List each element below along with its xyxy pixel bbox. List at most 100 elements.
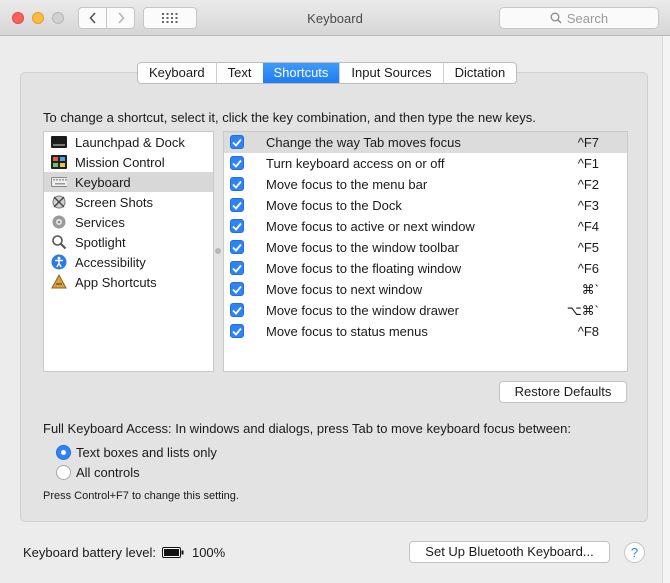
checkmark-icon xyxy=(232,180,242,189)
shortcut-checkbox[interactable] xyxy=(230,324,244,338)
tab-keyboard[interactable]: Keyboard xyxy=(138,63,216,83)
category-label: Spotlight xyxy=(75,234,126,250)
category-label: Services xyxy=(75,214,125,230)
shortcut-checkbox[interactable] xyxy=(230,282,244,296)
radio-text-boxes-lists[interactable]: Text boxes and lists only xyxy=(56,445,217,460)
shortcut-checkbox[interactable] xyxy=(230,198,244,212)
instructions-text: To change a shortcut, select it, click t… xyxy=(43,110,536,125)
shortcut-label: Change the way Tab moves focus xyxy=(266,135,461,150)
battery-label: Keyboard battery level: xyxy=(23,545,156,560)
tab-bar: Keyboard Text Shortcuts Input Sources Di… xyxy=(137,62,518,84)
shortcut-row[interactable]: Move focus to active or next window ^F4 xyxy=(224,216,627,237)
shortcut-row[interactable]: Move focus to the menu bar ^F2 xyxy=(224,174,627,195)
shortcut-checkbox[interactable] xyxy=(230,240,244,254)
setup-bluetooth-keyboard-button[interactable]: Set Up Bluetooth Keyboard... xyxy=(409,541,610,563)
keyboard-icon xyxy=(51,174,67,190)
category-label: Accessibility xyxy=(75,254,146,270)
window-edge xyxy=(662,36,670,583)
shortcut-checkbox[interactable] xyxy=(230,156,244,170)
category-screen-shots[interactable]: Screen Shots xyxy=(44,192,213,212)
checkmark-icon xyxy=(232,222,242,231)
shortcut-key[interactable]: ^F8 xyxy=(578,324,599,339)
accessibility-icon xyxy=(51,254,67,270)
shortcut-label: Move focus to the floating window xyxy=(266,261,462,276)
category-mission-control[interactable]: Mission Control xyxy=(44,152,213,172)
radio-selected-indicator[interactable] xyxy=(56,445,71,460)
battery-icon xyxy=(161,547,184,558)
checkmark-icon xyxy=(232,285,242,294)
category-label: Screen Shots xyxy=(75,194,154,210)
shortcut-key[interactable]: ^F2 xyxy=(578,177,599,192)
shortcut-row[interactable]: Move focus to next window ⌘` xyxy=(224,279,627,300)
radio-label: All controls xyxy=(76,465,140,480)
checkmark-icon xyxy=(232,159,242,168)
shortcut-label: Move focus to the menu bar xyxy=(266,177,428,192)
shortcut-key[interactable]: ⌘` xyxy=(582,282,599,298)
shortcut-checkbox[interactable] xyxy=(230,303,244,317)
shortcut-row[interactable]: Move focus to the window drawer ⌥⌘` xyxy=(224,300,627,321)
shortcut-checkbox[interactable] xyxy=(230,135,244,149)
shortcut-row[interactable]: Turn keyboard access on or off ^F1 xyxy=(224,153,627,174)
shortcut-label: Turn keyboard access on or off xyxy=(266,156,445,171)
tab-text[interactable]: Text xyxy=(215,63,263,83)
battery-value: 100% xyxy=(191,545,226,560)
category-accessibility[interactable]: Accessibility xyxy=(44,252,213,272)
full-keyboard-access-label: Full Keyboard Access: In windows and dia… xyxy=(43,421,571,436)
help-button[interactable]: ? xyxy=(624,542,645,563)
shortcut-key[interactable]: ^F3 xyxy=(578,198,599,213)
shortcut-list[interactable]: Change the way Tab moves focus ^F7 Turn … xyxy=(223,131,628,372)
services-gear-icon xyxy=(51,214,67,230)
shortcut-row[interactable]: Move focus to the window toolbar ^F5 xyxy=(224,237,627,258)
shortcut-key[interactable]: ^F4 xyxy=(578,219,599,234)
shortcut-key[interactable]: ^F6 xyxy=(578,261,599,276)
radio-unselected-indicator[interactable] xyxy=(56,465,71,480)
search-field[interactable]: Search xyxy=(499,7,659,29)
shortcut-key[interactable]: ⌥⌘` xyxy=(567,303,599,319)
shortcut-checkbox[interactable] xyxy=(230,177,244,191)
shortcut-row[interactable]: Change the way Tab moves focus ^F7 xyxy=(224,132,627,153)
search-icon xyxy=(550,12,562,24)
shortcut-key[interactable]: ^F1 xyxy=(578,156,599,171)
category-list[interactable]: Launchpad & Dock Mission Control Keyboar… xyxy=(43,131,214,372)
tab-dictation[interactable]: Dictation xyxy=(442,63,517,83)
shortcut-checkbox[interactable] xyxy=(230,219,244,233)
checkmark-icon xyxy=(232,201,242,210)
shortcut-row[interactable]: Move focus to the Dock ^F3 xyxy=(224,195,627,216)
shortcut-key[interactable]: ^F7 xyxy=(578,135,599,150)
title-bar: Keyboard Search xyxy=(0,0,670,36)
mission-control-icon xyxy=(51,154,67,170)
shortcut-key[interactable]: ^F5 xyxy=(578,240,599,255)
tab-shortcuts[interactable]: Shortcuts xyxy=(262,63,340,83)
checkmark-icon xyxy=(232,327,242,336)
spotlight-icon xyxy=(51,234,67,250)
control-f7-hint: Press Control+F7 to change this setting. xyxy=(43,490,239,502)
category-services[interactable]: Services xyxy=(44,212,213,232)
radio-label: Text boxes and lists only xyxy=(76,445,217,460)
radio-all-controls[interactable]: All controls xyxy=(56,465,140,480)
category-label: Mission Control xyxy=(75,154,165,170)
shortcut-row[interactable]: Move focus to status menus ^F8 xyxy=(224,321,627,342)
shortcut-checkbox[interactable] xyxy=(230,261,244,275)
shortcut-label: Move focus to the window drawer xyxy=(266,303,459,318)
category-spotlight[interactable]: Spotlight xyxy=(44,232,213,252)
launchpad-icon xyxy=(51,134,67,150)
split-view-handle[interactable] xyxy=(215,248,221,254)
app-shortcuts-icon xyxy=(51,274,67,290)
category-keyboard[interactable]: Keyboard xyxy=(44,172,213,192)
checkmark-icon xyxy=(232,243,242,252)
category-label: Keyboard xyxy=(75,174,131,190)
category-launchpad-dock[interactable]: Launchpad & Dock xyxy=(44,132,213,152)
category-app-shortcuts[interactable]: App Shortcuts xyxy=(44,272,213,292)
shortcut-label: Move focus to the Dock xyxy=(266,198,402,213)
shortcut-label: Move focus to next window xyxy=(266,282,423,297)
shortcut-row[interactable]: Move focus to the floating window ^F6 xyxy=(224,258,627,279)
shortcut-label: Move focus to active or next window xyxy=(266,219,475,234)
category-label: App Shortcuts xyxy=(75,274,157,290)
restore-defaults-button[interactable]: Restore Defaults xyxy=(499,381,627,403)
checkmark-icon xyxy=(232,264,242,273)
battery-level: Keyboard battery level: 100% xyxy=(23,545,225,560)
category-label: Launchpad & Dock xyxy=(75,134,185,150)
tab-input-sources[interactable]: Input Sources xyxy=(339,63,442,83)
checkmark-icon xyxy=(232,306,242,315)
checkmark-icon xyxy=(232,138,242,147)
